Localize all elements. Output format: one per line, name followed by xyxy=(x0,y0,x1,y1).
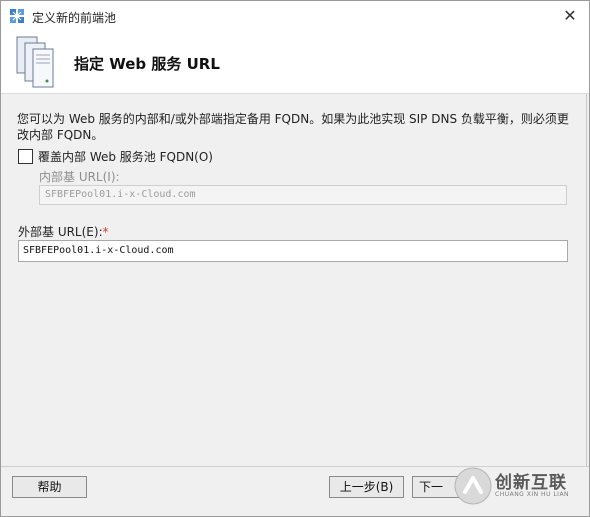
external-url-field[interactable]: SFBFEPool01.i-x-Cloud.com xyxy=(18,240,568,262)
footer-divider xyxy=(1,466,589,467)
override-fqdn-checkbox[interactable] xyxy=(18,149,33,164)
page-title: 指定 Web 服务 URL xyxy=(74,55,220,73)
description-text: 您可以为 Web 服务的内部和/或外部端指定备用 FQDN。如果为此池实现 SI… xyxy=(17,112,569,142)
title-bar: 定义新的前端池 ✕ xyxy=(1,1,589,31)
close-icon: ✕ xyxy=(563,6,577,25)
page-header: 指定 Web 服务 URL xyxy=(1,31,589,94)
internal-url-label: 内部基 URL(I): xyxy=(39,170,120,184)
close-button[interactable]: ✕ xyxy=(557,3,583,29)
back-button[interactable]: 上一步(B) xyxy=(329,476,404,498)
internal-url-field: SFBFEPool01.i-x-Cloud.com xyxy=(39,185,567,205)
app-icon xyxy=(10,9,24,23)
required-marker: * xyxy=(102,225,109,239)
next-button[interactable]: 下一 xyxy=(412,476,472,498)
dialog-window: 定义新的前端池 ✕ 指定 Web 服务 URL 您可以为 Web 服务的内部和/… xyxy=(0,0,590,517)
window-title: 定义新的前端池 xyxy=(32,11,117,25)
help-button[interactable]: 帮助 xyxy=(12,476,87,498)
watermark-subtext: CHUANG XIN HU LIAN xyxy=(495,491,570,498)
override-fqdn-label[interactable]: 覆盖内部 Web 服务池 FQDN(O) xyxy=(38,148,213,165)
watermark-text: 创新互联 xyxy=(495,473,567,493)
content-divider xyxy=(586,94,587,466)
external-url-label-text: 外部基 URL(E): xyxy=(18,225,103,239)
server-stack-icon xyxy=(16,36,54,88)
external-url-label: 外部基 URL(E):* xyxy=(18,223,109,240)
